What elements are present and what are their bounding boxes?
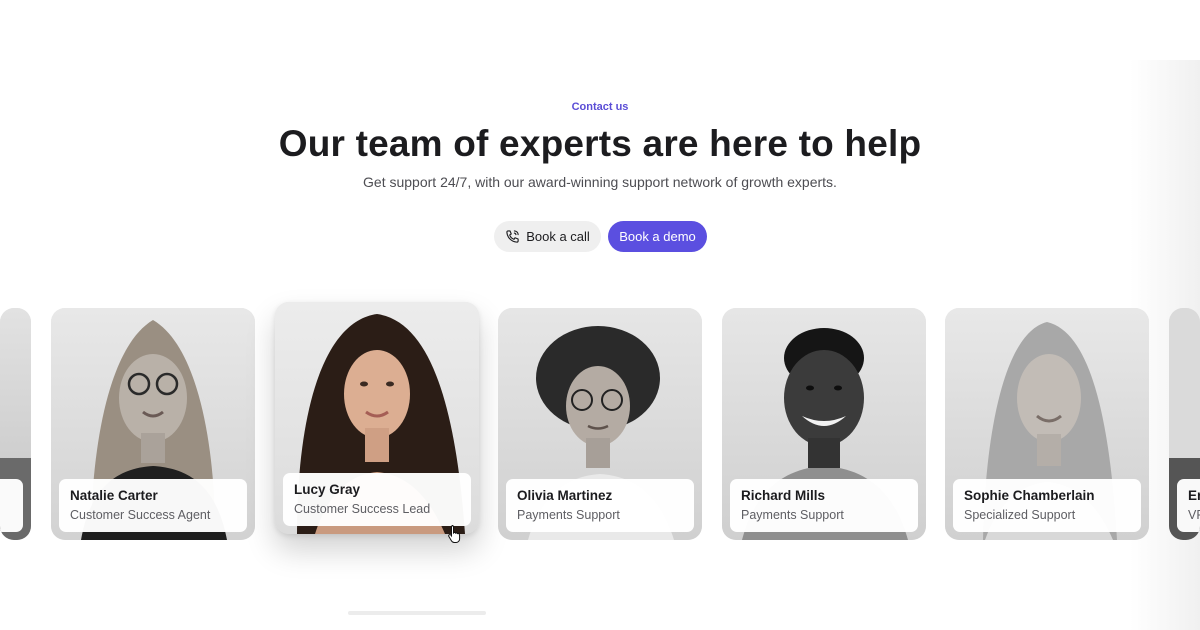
contact-page: Contact us Our team of experts are here … — [0, 0, 1200, 630]
team-card[interactable] — [0, 308, 31, 540]
phone-icon — [506, 230, 519, 243]
carousel-scroll-indicator[interactable] — [348, 611, 486, 615]
team-member-name: Sophie Chamberlain — [964, 488, 1095, 503]
team-member-name: Olivia Martinez — [517, 488, 613, 503]
team-member-role: Payments Support — [517, 508, 620, 522]
eyebrow-label: Contact us — [571, 101, 629, 113]
page-subtitle: Get support 24/7, with our award-winning… — [363, 174, 837, 190]
team-card[interactable]: Natalie Carter Customer Success Agent — [51, 308, 255, 540]
team-card-info: Sophie Chamberlain Specialized Support — [953, 479, 1141, 532]
team-card[interactable]: Er VP — [1169, 308, 1200, 540]
team-member-role: Customer Success Lead — [294, 502, 431, 516]
team-member-role: Payments Support — [741, 508, 844, 522]
book-demo-button[interactable]: Book a demo — [608, 221, 707, 252]
team-member-name: Er — [1188, 488, 1200, 503]
page-title: Our team of experts are here to help — [278, 123, 922, 164]
team-member-role: Specialized Support — [964, 508, 1076, 522]
team-card-info: Richard Mills Payments Support — [730, 479, 918, 532]
team-card-info — [0, 479, 23, 532]
team-member-name: Richard Mills — [741, 488, 826, 503]
book-call-label: Book a call — [526, 229, 590, 244]
team-carousel: Natalie Carter Customer Success Agent Lu… — [0, 300, 1200, 560]
team-card[interactable]: Sophie Chamberlain Specialized Support — [945, 308, 1149, 540]
team-member-role: VP — [1188, 508, 1200, 522]
cta-group: Book a call Book a demo — [494, 221, 707, 252]
book-call-button[interactable]: Book a call — [494, 221, 601, 252]
team-member-role: Customer Success Agent — [70, 508, 211, 522]
team-card[interactable]: Richard Mills Payments Support — [722, 308, 926, 540]
team-member-name: Lucy Gray — [294, 482, 361, 497]
team-member-name: Natalie Carter — [70, 488, 158, 503]
team-card[interactable]: Olivia Martinez Payments Support — [498, 308, 702, 540]
team-card-info: Er VP — [1177, 479, 1200, 532]
team-card-info: Lucy Gray Customer Success Lead — [283, 473, 471, 526]
hand-pointer-icon — [448, 525, 461, 543]
team-card-active[interactable]: Lucy Gray Customer Success Lead — [275, 302, 479, 534]
team-card-info: Olivia Martinez Payments Support — [506, 479, 694, 532]
team-card-info: Natalie Carter Customer Success Agent — [59, 479, 247, 532]
